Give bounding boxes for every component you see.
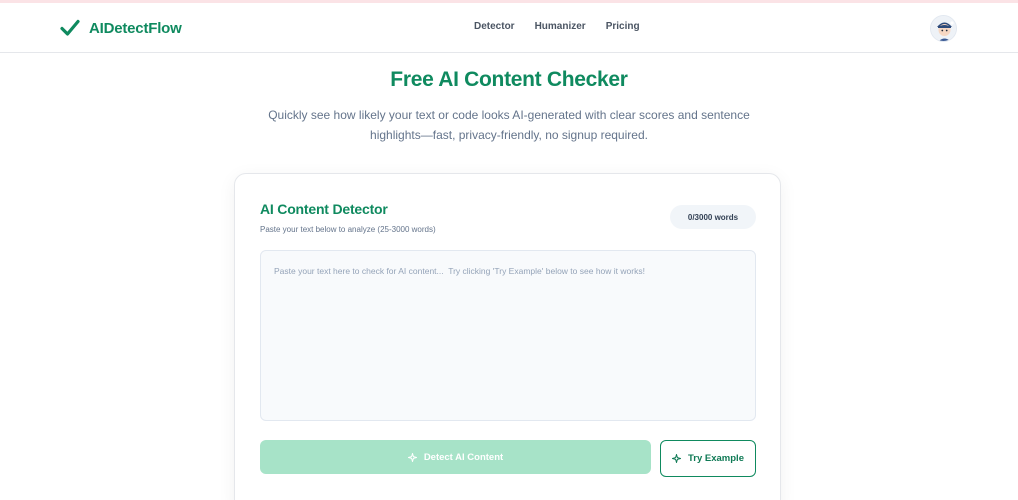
- brand-name: AIDetectFlow: [89, 19, 182, 37]
- sparkle-icon: [407, 452, 417, 462]
- brand-logo[interactable]: AIDetectFlow: [60, 16, 182, 40]
- user-avatar[interactable]: [930, 15, 957, 42]
- sparkle-icon: [672, 454, 681, 463]
- page-title: Free AI Content Checker: [390, 68, 628, 91]
- checkmark-icon: [60, 19, 80, 37]
- detect-button-label: Detect AI Content: [423, 451, 504, 463]
- detector-subtitle: Paste your text below to analyze (25-300…: [260, 225, 436, 234]
- text-input[interactable]: [260, 250, 756, 421]
- try-example-button[interactable]: Try Example: [660, 440, 756, 477]
- word-count-badge: 0/3000 words: [670, 205, 756, 229]
- nav-link-pricing[interactable]: Pricing: [606, 21, 640, 32]
- detector-title: AI Content Detector: [260, 201, 388, 217]
- nav-link-humanizer[interactable]: Humanizer: [535, 21, 586, 32]
- try-button-label: Try Example: [688, 453, 744, 464]
- detect-ai-content-button[interactable]: Detect AI Content: [260, 440, 651, 474]
- top-navbar: AIDetectFlow Detector Humanizer Pricing: [0, 3, 1018, 53]
- main-nav: Detector Humanizer Pricing: [474, 21, 640, 32]
- nav-link-detector[interactable]: Detector: [474, 21, 515, 32]
- page-subtitle: Quickly see how likely your text or code…: [268, 108, 750, 142]
- detector-card: AI Content Detector Paste your text belo…: [234, 173, 781, 500]
